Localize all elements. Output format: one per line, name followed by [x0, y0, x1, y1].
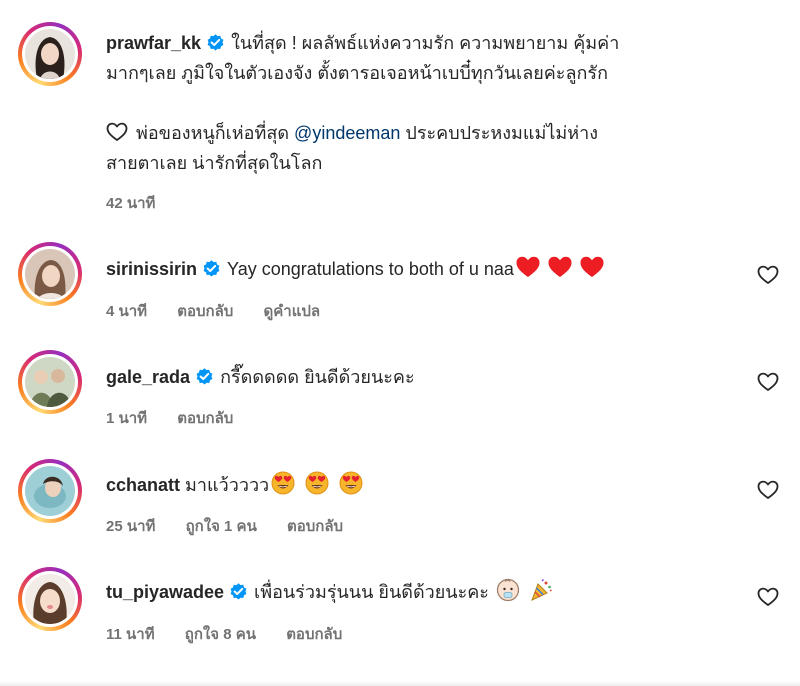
red-heart-emoji-icon — [516, 256, 540, 277]
avatar[interactable] — [18, 22, 82, 86]
avatar-photo — [25, 466, 75, 516]
comment-meta: 25 นาที ถูกใจ 1 คน ตอบกลับ — [106, 514, 369, 538]
verified-badge-icon — [229, 582, 248, 601]
caption-line: ในที่สุด ! ผลลัพธ์แห่งความรัก ความพยายาม… — [231, 33, 620, 53]
heart-outline-icon — [106, 122, 128, 141]
comment-meta: 4 นาที ตอบกลับ ดูคำแปล — [106, 299, 346, 323]
red-heart-emoji-icon — [580, 256, 604, 277]
username[interactable]: sirinissirin — [106, 259, 197, 279]
comment-text: sirinissirin Yay congratulations to both … — [106, 254, 746, 284]
like-heart-icon[interactable] — [757, 371, 779, 393]
likes-count[interactable]: ถูกใจ 1 คน — [186, 518, 257, 535]
avatar[interactable] — [18, 567, 82, 631]
verified-badge-icon — [206, 33, 225, 52]
comment-meta: 11 นาที ถูกใจ 8 คน ตอบกลับ — [106, 622, 368, 646]
like-heart-icon[interactable] — [757, 479, 779, 501]
caption-line: ประคบประหงมแม่ไม่ห่าง — [405, 123, 599, 143]
comment-body: Yay congratulations to both of u naa — [227, 259, 514, 279]
verified-badge-icon — [195, 367, 214, 386]
username[interactable]: tu_piyawadee — [106, 582, 224, 602]
avatar[interactable] — [18, 459, 82, 523]
caption-text: prawfar_kk ในที่สุด ! ผลลัพธ์แห่งความรัก … — [106, 28, 746, 178]
reply-button[interactable]: ตอบกลับ — [287, 518, 343, 535]
username[interactable]: cchanatt — [106, 475, 180, 495]
timestamp[interactable]: 11 นาที — [106, 626, 155, 643]
caption-line: สายตาเลย น่ารักที่สุดในโลก — [106, 153, 323, 173]
comment-text: tu_piyawadee เพื่อนร่วมรุ่นนน ยินดีด้วยนะ… — [106, 577, 746, 607]
avatar-photo — [25, 574, 75, 624]
translate-button[interactable]: ดูคำแปล — [264, 303, 321, 320]
heart-eyes-emoji-icon — [305, 471, 329, 495]
timestamp[interactable]: 25 นาที — [106, 518, 155, 535]
avatar-photo — [25, 29, 75, 79]
avatar[interactable] — [18, 350, 82, 414]
avatar-photo — [25, 249, 75, 299]
reply-button[interactable]: ตอบกลับ — [286, 626, 342, 643]
caption-line: มากๆเลย ภูมิใจในตัวเองจัง ตั้งตารอเจอหน้… — [106, 63, 608, 83]
avatar[interactable] — [18, 242, 82, 306]
reply-button[interactable]: ตอบกลับ — [177, 303, 233, 320]
timestamp[interactable]: 4 นาที — [106, 303, 147, 320]
comment-text: gale_rada กรี๊ดดดดด ยินดีด้วยนะคะ — [106, 362, 746, 392]
timestamp[interactable]: 1 นาที — [106, 410, 147, 427]
comment-body: กรี๊ดดดดด ยินดีด้วยนะคะ — [220, 367, 415, 387]
caption-meta: 42 นาที — [106, 191, 181, 215]
party-popper-emoji-icon — [531, 578, 552, 601]
red-heart-emoji-icon — [548, 256, 572, 277]
verified-badge-icon — [202, 259, 221, 278]
likes-count[interactable]: ถูกใจ 8 คน — [185, 626, 256, 643]
comment-meta: 1 นาที ตอบกลับ — [106, 406, 259, 430]
username[interactable]: gale_rada — [106, 367, 190, 387]
comment-body: เพื่อนร่วมรุ่นนน ยินดีด้วยนะคะ — [254, 582, 489, 602]
comment-body: มาแว้วววว — [185, 475, 270, 495]
mention-link[interactable]: @yindeeman — [294, 123, 400, 143]
heart-eyes-emoji-icon — [339, 471, 363, 495]
reply-button[interactable]: ตอบกลับ — [177, 410, 233, 427]
like-heart-icon[interactable] — [757, 586, 779, 608]
comment-text: cchanatt มาแว้วววว — [106, 470, 746, 500]
caption-line: พ่อของหนูก็เห่อที่สุด — [136, 123, 290, 143]
next-comment-edge — [0, 681, 800, 686]
timestamp[interactable]: 42 นาที — [106, 195, 155, 212]
baby-emoji-icon — [496, 578, 520, 602]
like-heart-icon[interactable] — [757, 264, 779, 286]
avatar-photo — [25, 357, 75, 407]
heart-eyes-emoji-icon — [271, 471, 295, 495]
username[interactable]: prawfar_kk — [106, 33, 201, 53]
